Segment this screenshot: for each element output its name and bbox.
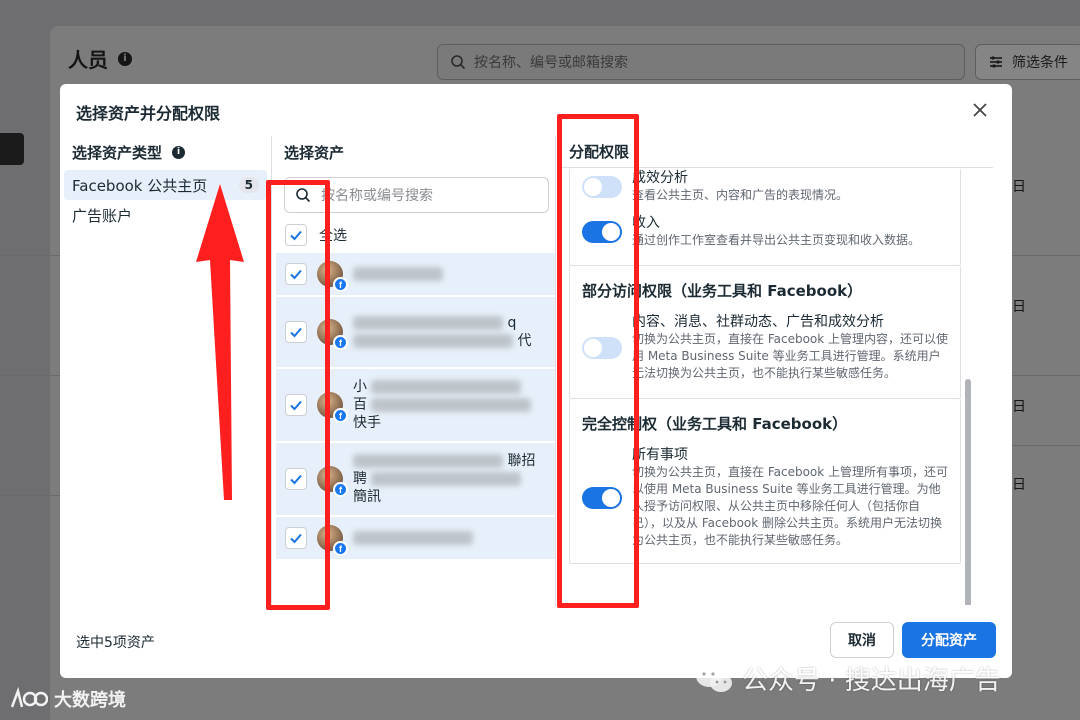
redacted-text: [371, 398, 532, 412]
scrollbar[interactable]: [965, 189, 973, 605]
asset-name-fragment: 快手: [353, 415, 381, 431]
asset-name-fragment: 簡訊: [353, 489, 381, 505]
selected-count: 选中5项资产: [76, 635, 155, 651]
option-description: 通过创作工作室查看并导出公共主页变现和收入数据。: [632, 233, 921, 247]
filter-label: 筛选条件: [1012, 55, 1068, 71]
filter-icon: [990, 56, 1002, 68]
redacted-text: [353, 316, 503, 330]
search-placeholder: 按名称或编号搜索: [321, 188, 433, 204]
redacted-text: [353, 334, 513, 348]
filter-button[interactable]: 筛选条件: [975, 44, 1080, 80]
divider: [0, 255, 60, 256]
asset-name-fragment: 聯招: [507, 453, 536, 469]
divider: [1012, 375, 1080, 376]
facebook-icon: f: [333, 335, 348, 350]
option-description: 查看公共主页、内容和广告的表现情况。: [632, 188, 849, 202]
page-title: 人员 i: [68, 44, 132, 73]
annotation-box-toggles: [557, 114, 639, 608]
info-icon[interactable]: i: [172, 145, 186, 159]
search-icon: [451, 55, 466, 70]
option-title: 内容、消息、社群动态、广告和成效分析: [632, 314, 884, 330]
asset-name: 小 百 快手: [353, 378, 532, 432]
table-cell-date: 日: [1012, 477, 1026, 493]
asset-name-fragment: 聘: [353, 471, 367, 487]
watermark-brand: 大数跨境: [10, 686, 126, 712]
wechat-icon: [696, 664, 732, 692]
option-title: 收入: [632, 215, 660, 231]
info-icon[interactable]: i: [118, 51, 132, 66]
facebook-icon: f: [333, 408, 348, 423]
redacted-text: [353, 531, 473, 545]
facebook-icon: f: [333, 541, 348, 556]
brand-logo-icon: [10, 687, 48, 708]
search-placeholder: 按名称、编号或邮箱搜索: [474, 55, 628, 71]
scrollbar-thumb[interactable]: [965, 379, 971, 605]
facebook-icon: f: [333, 482, 348, 497]
people-search-input[interactable]: 按名称、编号或邮箱搜索: [437, 44, 965, 80]
divider: [1012, 445, 1080, 446]
asset-types-title: 选择资产类型: [72, 143, 163, 162]
redacted-text: [371, 380, 522, 394]
sidebar-active-tab[interactable]: [0, 133, 24, 165]
cancel-button[interactable]: 取消: [830, 622, 894, 658]
annotation-arrow-icon: [196, 184, 244, 500]
asset-types-header: 选择资产类型 i: [60, 136, 271, 168]
assign-assets-button[interactable]: 分配资产: [902, 622, 996, 658]
page-title-text: 人员: [68, 48, 108, 72]
table-cell-date: 日: [1012, 179, 1026, 195]
option-description: 切换为公共主页，直接在 Facebook 上管理所有事项，还可以使用 Meta …: [632, 465, 949, 547]
asset-name: [353, 265, 443, 283]
asset-name-fragment: q: [507, 315, 517, 331]
divider: [0, 495, 60, 496]
table-cell-date: 日: [1012, 399, 1026, 415]
option-description: 切换为公共主页，直接在 Facebook 上管理内容，还可以使用 Meta Bu…: [632, 332, 949, 380]
redacted-text: [353, 454, 503, 468]
watermark-brand-text: 大数跨境: [54, 690, 126, 711]
divider: [0, 375, 60, 376]
divider: [1012, 255, 1080, 256]
watermark: 公众号 · 搜达出海广告: [694, 660, 1001, 697]
assets-header: 选择资产: [284, 143, 345, 162]
asset-name-fragment: 百: [353, 397, 367, 413]
redacted-text: [353, 267, 443, 281]
asset-name: [353, 529, 473, 547]
asset-name: q 代: [353, 314, 531, 350]
asset-type-label: 广告账户: [72, 206, 133, 225]
asset-name: 聯招 聘 簡訊: [353, 452, 535, 506]
dialog-title: 选择资产并分配权限: [76, 104, 221, 123]
redacted-text: [371, 472, 522, 486]
asset-name-fragment: 代: [517, 333, 532, 349]
option-title: 所有事项: [632, 447, 688, 463]
option-title: 成效分析: [632, 170, 688, 186]
annotation-box-checkboxes: [266, 180, 330, 610]
asset-type-label: Facebook 公共主页: [72, 176, 208, 195]
asset-name-fragment: 小: [353, 379, 367, 395]
close-icon[interactable]: [968, 98, 992, 122]
table-cell-date: 日: [1012, 299, 1026, 315]
watermark-text: 公众号 · 搜达出海广告: [742, 666, 1001, 696]
facebook-icon: f: [333, 277, 348, 292]
